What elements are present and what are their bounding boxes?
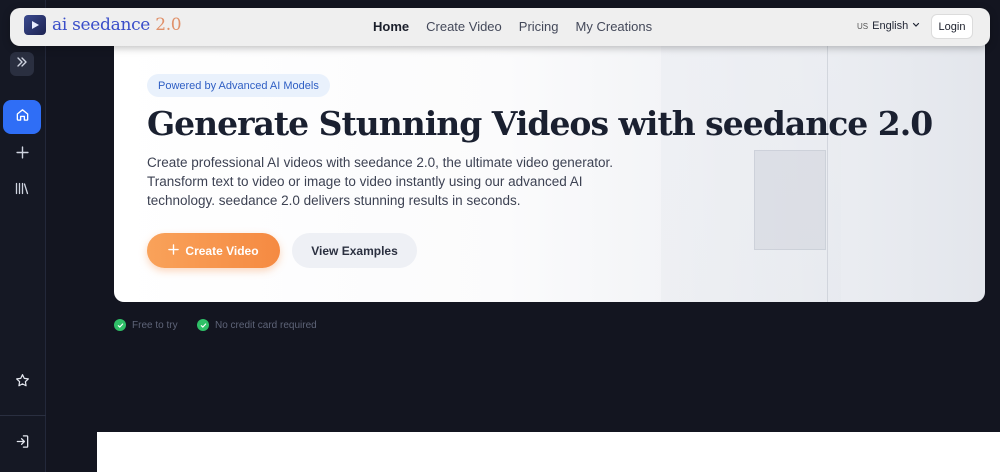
- plus-icon: [168, 243, 180, 258]
- chevron-down-icon: [912, 20, 920, 32]
- language-label: English: [872, 20, 909, 32]
- login-button[interactable]: Login: [931, 14, 973, 39]
- library-icon: [15, 182, 29, 200]
- nav-links: Home Create Video Pricing My Creations: [373, 19, 652, 34]
- sidebar-item-home[interactable]: [3, 100, 41, 134]
- login-icon: [15, 434, 30, 454]
- hero-background-edge: [827, 40, 828, 302]
- language-selector[interactable]: US English: [857, 20, 920, 32]
- hero-description: Create professional AI videos with seeda…: [147, 155, 614, 208]
- powered-by-badge: Powered by Advanced AI Models: [147, 74, 330, 97]
- create-video-label: Create Video: [185, 243, 259, 258]
- trust-item-free: Free to try: [114, 319, 178, 331]
- sidebar-item-favorites[interactable]: [3, 366, 41, 400]
- sidebar-expand-button[interactable]: [10, 52, 34, 76]
- top-nav: ai seedance 2.0 Home Create Video Pricin…: [10, 8, 990, 46]
- trust-label: No credit card required: [215, 319, 317, 331]
- create-video-button[interactable]: Create Video: [147, 233, 280, 268]
- us-flag-icon: US: [857, 21, 869, 31]
- sidebar-divider: [0, 415, 46, 416]
- sidebar: [0, 0, 46, 472]
- hero-title: Generate Stunning Videos with seedance 2…: [147, 104, 933, 143]
- trust-label: Free to try: [132, 319, 178, 331]
- chevrons-right-icon: [16, 55, 28, 73]
- brand-name: ai seedance 2.0: [52, 15, 182, 35]
- check-circle-icon: [197, 319, 209, 331]
- hero-background-window: [754, 150, 826, 250]
- view-examples-button[interactable]: View Examples: [292, 233, 417, 268]
- nav-create-video[interactable]: Create Video: [426, 19, 502, 34]
- check-circle-icon: [114, 319, 126, 331]
- plus-icon: [15, 146, 29, 164]
- sidebar-item-library[interactable]: [3, 174, 41, 208]
- sidebar-item-new[interactable]: [3, 138, 41, 172]
- content-panel: [97, 432, 1000, 472]
- play-logo-icon: [24, 15, 46, 35]
- brand[interactable]: ai seedance 2.0: [24, 15, 182, 35]
- nav-home[interactable]: Home: [373, 19, 409, 34]
- hero-section: Powered by Advanced AI Models Generate S…: [114, 40, 985, 302]
- trust-item-no-card: No credit card required: [197, 319, 317, 331]
- nav-pricing[interactable]: Pricing: [519, 19, 559, 34]
- home-icon: [15, 107, 30, 127]
- nav-my-creations[interactable]: My Creations: [576, 19, 653, 34]
- sidebar-item-login[interactable]: [3, 427, 41, 461]
- star-icon: [15, 373, 30, 393]
